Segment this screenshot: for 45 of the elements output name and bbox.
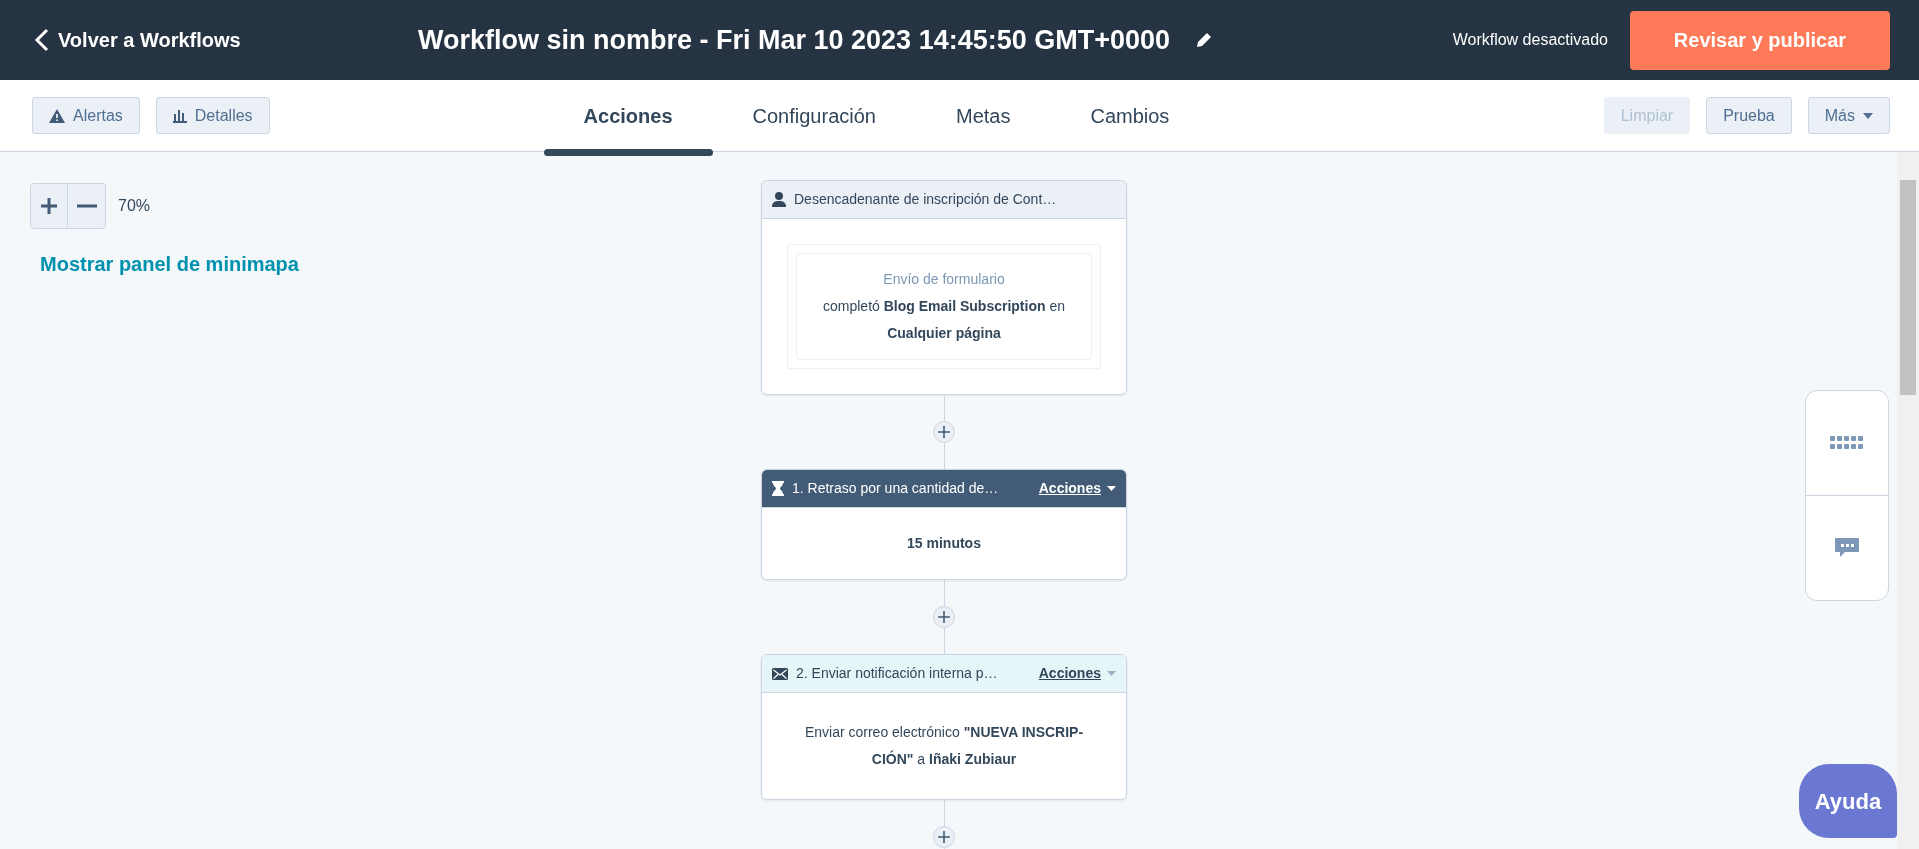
delay-duration: 15 minutos	[906, 534, 982, 553]
details-button[interactable]: Detalles	[155, 97, 270, 134]
dropdown-button[interactable]: Más	[1807, 97, 1890, 134]
bar-chart-icon	[172, 108, 187, 123]
caret-icon	[1863, 112, 1873, 119]
plus-icon	[938, 831, 950, 843]
scrollbar[interactable]	[1897, 152, 1919, 849]
chat-icon[interactable]	[1834, 537, 1860, 559]
tab[interactable]: Metas	[915, 79, 1051, 152]
tab[interactable]: Cambios	[1050, 79, 1210, 152]
plus-icon	[938, 426, 950, 438]
step-title: 2. Enviar notificación interna p…	[796, 664, 998, 683]
actions-dropdown[interactable]: Acciones	[1038, 478, 1116, 499]
step-title: Desencadenante de inscripción de Cont…	[794, 190, 1057, 209]
alerts-button[interactable]: Alertas	[32, 97, 140, 134]
workflow-status: Workflow desactivado	[1452, 30, 1608, 50]
envelope-icon	[772, 667, 788, 680]
actions-dropdown[interactable]: Acciones	[1038, 663, 1116, 684]
caret-icon	[1107, 486, 1116, 491]
step-description: Enviar correo electrónico "NUEVA INSCRIP-CIÓN" a Iñaki Zubiaur	[803, 723, 1085, 769]
filter-description: completó Blog Email Subscription en Cualquier página	[822, 297, 1066, 343]
tab[interactable]: Configuración	[712, 79, 916, 152]
filter-type: Envío de formulario	[882, 270, 1006, 289]
minus-icon	[76, 204, 97, 208]
add-step-button[interactable]	[933, 421, 955, 443]
caret-icon	[1107, 671, 1116, 676]
hourglass-icon	[772, 481, 784, 496]
publish-button[interactable]: Revisar y publicar	[1630, 10, 1890, 70]
toolbar-button[interactable]: Prueba	[1706, 97, 1792, 134]
warning-icon	[49, 108, 65, 123]
grid-icon[interactable]	[1830, 436, 1864, 450]
minimap-link[interactable]: Mostrar panel de minimapa	[40, 249, 299, 279]
add-step-button[interactable]	[933, 826, 955, 848]
plus-icon	[938, 611, 950, 623]
zoom-in-button[interactable]	[30, 183, 68, 229]
step-title: 1. Retraso por una cantidad de…	[792, 479, 999, 498]
workflow-title: Workflow sin nombre - Fri Mar 10 2023 14:45:50 GMT+0000	[418, 23, 1171, 57]
chevron-left-icon	[34, 28, 50, 52]
zoom-level: 70%	[118, 196, 151, 216]
plus-icon	[40, 197, 58, 215]
back-link[interactable]: Volver a Workflows	[34, 25, 418, 55]
add-step-button[interactable]	[933, 606, 955, 628]
zoom-out-button[interactable]	[68, 183, 106, 229]
help-button[interactable]: Ayuda	[1799, 764, 1897, 838]
person-icon	[772, 192, 786, 207]
